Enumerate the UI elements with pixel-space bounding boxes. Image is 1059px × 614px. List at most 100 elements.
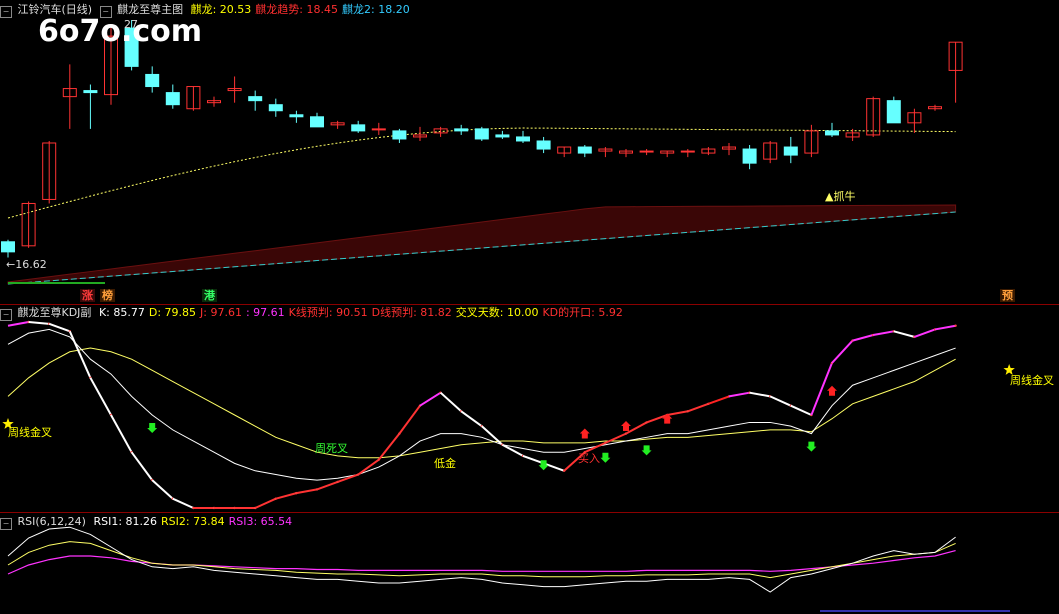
kdj-annotation: 买入 — [578, 452, 600, 465]
candle-body — [516, 136, 530, 142]
kdj-j-segment — [419, 391, 442, 407]
kdj-j-segment — [831, 339, 854, 364]
kdj-annotation: 周线金叉 — [1010, 374, 1054, 387]
kdj-j-segment — [172, 497, 194, 509]
legend-entry: D: 79.85 — [148, 306, 197, 319]
signal-label: ▲抓牛 — [825, 190, 856, 203]
main-price-panel — [1, 20, 963, 285]
kdj-j-segment — [646, 414, 668, 424]
candle-body — [536, 140, 551, 150]
kdj-j-segment — [667, 410, 688, 416]
rsi-legend: RSI1: 81.26 RSI2: 73.84 RSI3: 65.54 — [93, 515, 296, 528]
legend-entry: D线预判: 81.82 — [371, 306, 452, 319]
kdj-j-segment — [68, 330, 92, 379]
kdj-j-point — [954, 324, 957, 327]
main-legend: 麒龙: 20.53 麒龙趋势: 18.45 麒龙2: 18.20 — [191, 3, 414, 16]
collapse-icon[interactable]: − — [99, 6, 112, 18]
kdj-j-segment — [708, 395, 730, 405]
kdj-j-segment — [254, 497, 277, 509]
rsi-title[interactable]: RSI(6,12,24) — [18, 515, 86, 528]
kdj-annotation: 低金 — [434, 457, 456, 470]
buy-arrow-icon — [621, 421, 631, 432]
candle-body — [495, 134, 510, 138]
legend-entry: KD的开口: 5.92 — [542, 306, 623, 319]
candle-body — [742, 148, 757, 164]
kdj-j-segment — [110, 414, 133, 453]
kdj-j-segment — [769, 395, 792, 407]
legend-entry: RSI3: 65.54 — [228, 515, 293, 528]
qilong-line — [7, 127, 956, 219]
buy-arrow-icon — [579, 428, 590, 439]
collapse-icon[interactable]: − — [0, 6, 12, 18]
kdj-annotation: 周死叉 — [315, 442, 348, 455]
candle-body — [454, 128, 469, 132]
kdj-j-segment — [7, 321, 29, 327]
kdj-j-segment — [914, 328, 936, 338]
collapse-icon[interactable]: − — [0, 518, 12, 530]
signal-tag: 涨 — [80, 289, 95, 302]
candle-body — [371, 128, 386, 131]
kdj-j-segment — [439, 391, 462, 413]
legend-entry: J: 97.61 — [200, 306, 242, 319]
legend-entry: 麒龙: 20.53 — [190, 3, 252, 16]
candle-body — [145, 73, 160, 88]
kdj-j-segment — [275, 492, 297, 500]
kdj-legend: K: 85.77 D: 79.85 J: 97.61: 97.61 K线预判: 90.… — [99, 306, 627, 319]
legend-entry: 麒龙2: 18.20 — [342, 3, 410, 16]
rsi2-line — [7, 541, 956, 579]
kdj-j-segment — [625, 421, 648, 435]
high-price-label: 27 — [124, 18, 138, 31]
legend-entry: 麒龙趋势: 18.45 — [255, 3, 338, 16]
kdj-j-segment — [130, 451, 154, 481]
candle-body — [639, 150, 654, 153]
kdj-j-segment — [728, 391, 750, 398]
legend-entry: : 97.61 — [245, 306, 285, 319]
indicator-title[interactable]: 麒龙至尊主图 — [117, 3, 183, 16]
kdj-j-segment — [89, 377, 112, 416]
candle-body — [351, 124, 366, 132]
kdj-annotation: 周线金叉 — [8, 426, 52, 439]
low-price-label: ←16.62 — [6, 258, 47, 271]
sell-arrow-icon — [641, 445, 652, 456]
candle-body — [783, 146, 798, 156]
sell-arrow-icon — [147, 423, 158, 433]
trend-ribbon — [7, 204, 957, 285]
kdj-j-segment — [151, 479, 174, 500]
collapse-icon[interactable]: − — [0, 309, 12, 321]
kdj-d-line — [7, 347, 956, 459]
legend-entry: 交叉天数: 10.00 — [455, 306, 539, 319]
kdj-j-segment — [687, 402, 709, 413]
watermark-text: 6o7o.com — [38, 14, 203, 49]
signal-tag: 榜 — [100, 289, 115, 302]
kdj-j-segment — [296, 488, 318, 495]
kdj-j-segment — [398, 405, 421, 435]
kdj-j-segment — [357, 458, 380, 476]
kdj-j-segment — [460, 410, 483, 427]
kdj-k-line — [7, 328, 956, 481]
rsi-panel-header: − RSI(6,12,24) RSI1: 81.26 RSI2: 73.84 RSI… — [0, 514, 300, 530]
candle-body — [392, 130, 407, 140]
sell-arrow-icon — [806, 441, 817, 452]
legend-entry: K: 85.77 — [98, 306, 145, 319]
rsi-panel — [7, 526, 1010, 612]
kdj-j-segment — [522, 454, 544, 465]
candle-body — [83, 90, 98, 94]
candle-body — [289, 114, 304, 118]
main-panel-header: − 江铃汽车(日线) − 麒龙至尊主图 麒龙: 20.53 麒龙趋势: 18.45… — [0, 2, 418, 18]
kdj-j-segment — [873, 330, 894, 337]
stock-title: 江铃汽车(日线) — [17, 3, 93, 16]
signal-tag: 港 — [202, 289, 217, 302]
candle-body — [825, 130, 839, 136]
kdj-title[interactable]: 麒龙至尊KDJ副 — [18, 306, 92, 319]
kdj-j-segment — [337, 473, 359, 483]
kdj-j-segment — [893, 330, 915, 338]
legend-entry: RSI1: 81.26 — [93, 515, 158, 528]
rsi1-line — [7, 526, 956, 593]
candle-body — [1, 241, 15, 253]
legend-entry: K线预判: 90.51 — [288, 306, 368, 319]
candle-body — [248, 96, 263, 102]
kdj-j-segment — [28, 321, 50, 325]
candle-body — [474, 128, 489, 140]
kdj-j-segment — [790, 404, 812, 416]
kdj-j-segment — [934, 324, 956, 331]
